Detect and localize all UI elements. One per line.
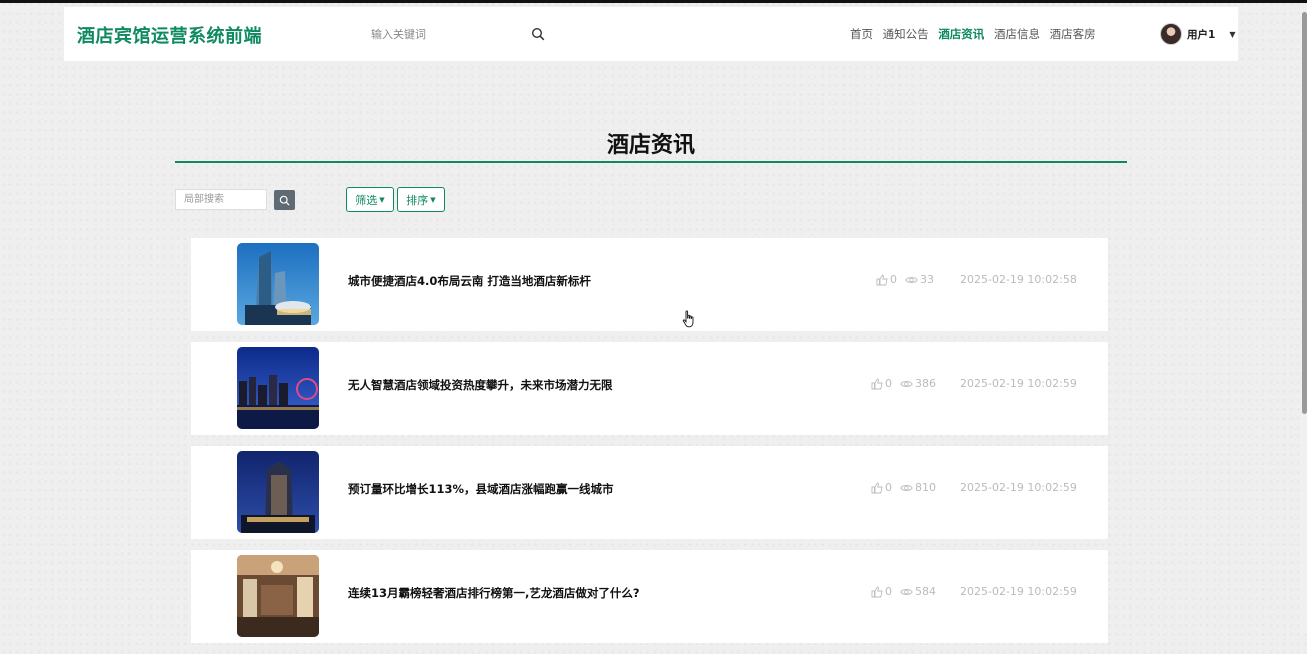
nav-item-hotel-rooms[interactable]: 酒店客房 xyxy=(1050,27,1096,41)
search-icon xyxy=(279,195,290,206)
list-item[interactable]: 预订量环比增长113%，县域酒店涨幅跑赢一线城市 0 810 2025-02-1… xyxy=(191,446,1108,539)
article-date: 2025-02-19 10:02:59 xyxy=(960,481,1077,494)
avatar[interactable] xyxy=(1160,23,1182,45)
like-count-value: 0 xyxy=(890,273,897,286)
thumbs-up-icon xyxy=(871,377,883,389)
thumbs-up-icon xyxy=(871,481,883,493)
nav-item-hotel-news[interactable]: 酒店资讯 xyxy=(938,27,984,41)
article-thumbnail[interactable] xyxy=(237,347,319,429)
thumbs-up-icon xyxy=(871,585,883,597)
like-count-value: 0 xyxy=(885,377,892,390)
header: 酒店宾馆运营系统前端 首页 通知公告 酒店资讯 酒店信息 酒店客房 用户1 ▼ xyxy=(64,7,1238,61)
nav-item-hotel-info[interactable]: 酒店信息 xyxy=(994,27,1040,41)
local-search-button[interactable] xyxy=(274,190,295,210)
view-count-value: 810 xyxy=(915,481,936,494)
view-count-value: 33 xyxy=(920,273,934,286)
article-thumbnail[interactable] xyxy=(237,451,319,533)
eye-icon xyxy=(900,380,913,387)
article-title[interactable]: 连续13月霸榜轻奢酒店排行榜第一,艺龙酒店做对了什么? xyxy=(348,585,640,601)
view-count-value: 584 xyxy=(915,585,936,598)
like-count[interactable]: 0 xyxy=(876,273,897,286)
title-divider xyxy=(175,161,1127,163)
view-count-value: 386 xyxy=(915,377,936,390)
nav-item-home[interactable]: 首页 xyxy=(850,27,873,41)
user-menu[interactable]: 用户1 ▼ xyxy=(1160,23,1235,45)
article-thumbnail[interactable] xyxy=(237,555,319,637)
hand-cursor-icon xyxy=(682,310,696,332)
article-title[interactable]: 预订量环比增长113%，县域酒店涨幅跑赢一线城市 xyxy=(348,481,614,497)
list-item[interactable]: 连续13月霸榜轻奢酒店排行榜第一,艺龙酒店做对了什么? 0 584 2025-0… xyxy=(191,550,1108,643)
list-item[interactable]: 无人智慧酒店领域投资热度攀升，未来市场潜力无限 0 386 2025-02-19… xyxy=(191,342,1108,435)
article-date: 2025-02-19 10:02:59 xyxy=(960,377,1077,390)
caret-down-icon: ▼ xyxy=(379,195,385,204)
search-input[interactable] xyxy=(359,19,533,49)
top-border xyxy=(0,0,1307,3)
article-list: 城市便捷酒店4.0布局云南 打造当地酒店新标杆 0 33 2025-02-19 … xyxy=(191,238,1108,654)
like-count[interactable]: 0 xyxy=(871,585,892,598)
view-count: 386 xyxy=(900,377,936,390)
article-title[interactable]: 无人智慧酒店领域投资热度攀升，未来市场潜力无限 xyxy=(348,377,613,393)
scrollbar-thumb[interactable] xyxy=(1302,12,1307,414)
article-date: 2025-02-19 10:02:58 xyxy=(960,273,1077,286)
chevron-down-icon[interactable]: ▼ xyxy=(1229,30,1235,39)
like-count[interactable]: 0 xyxy=(871,377,892,390)
article-title[interactable]: 城市便捷酒店4.0布局云南 打造当地酒店新标杆 xyxy=(348,273,591,289)
eye-icon xyxy=(900,588,913,595)
view-count: 810 xyxy=(900,481,936,494)
page-title: 酒店资讯 xyxy=(606,133,695,158)
eye-icon xyxy=(900,484,913,491)
filter-button[interactable]: 筛选 ▼ xyxy=(346,187,394,212)
local-search-input[interactable] xyxy=(175,189,267,210)
user-name[interactable]: 用户1 xyxy=(1187,27,1215,42)
thumbs-up-icon xyxy=(876,273,888,285)
eye-icon xyxy=(905,276,918,283)
header-search xyxy=(359,19,557,49)
view-count: 33 xyxy=(905,273,934,286)
like-count[interactable]: 0 xyxy=(871,481,892,494)
article-thumbnail[interactable] xyxy=(237,243,319,325)
sort-label: 排序 xyxy=(406,193,429,207)
search-icon[interactable] xyxy=(531,26,547,42)
like-count-value: 0 xyxy=(885,481,892,494)
filter-label: 筛选 xyxy=(355,193,378,207)
list-item[interactable]: 城市便捷酒店4.0布局云南 打造当地酒店新标杆 0 33 2025-02-19 … xyxy=(191,238,1108,331)
view-count: 584 xyxy=(900,585,936,598)
sort-button[interactable]: 排序 ▼ xyxy=(397,187,445,212)
main-nav: 首页 通知公告 酒店资讯 酒店信息 酒店客房 xyxy=(850,26,1102,42)
article-date: 2025-02-19 10:02:59 xyxy=(960,585,1077,598)
brand-title[interactable]: 酒店宾馆运营系统前端 xyxy=(77,22,262,48)
caret-down-icon: ▼ xyxy=(430,195,436,204)
like-count-value: 0 xyxy=(885,585,892,598)
nav-item-notices[interactable]: 通知公告 xyxy=(883,27,929,41)
